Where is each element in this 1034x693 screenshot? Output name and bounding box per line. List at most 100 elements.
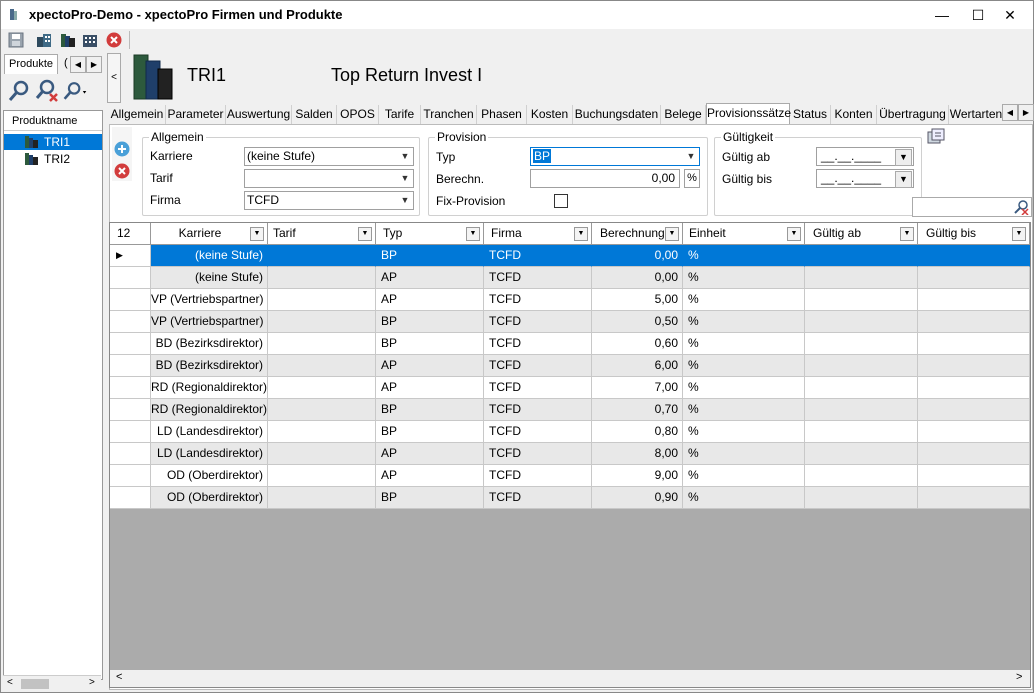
cell-typ[interactable]: BP (376, 487, 484, 509)
cell-tarif[interactable] (268, 443, 376, 465)
cell-typ[interactable]: BP (376, 245, 484, 267)
unit-button[interactable]: % (684, 169, 700, 188)
scroll-right-arrow[interactable]: > (1016, 671, 1022, 683)
cell-tarif[interactable] (268, 333, 376, 355)
tab-parameter[interactable]: Parameter (166, 105, 226, 124)
cell-tarif[interactable] (268, 487, 376, 509)
column-header-gueltig-bis[interactable]: Gültig bis ▼ (918, 223, 1030, 245)
tab-phasen[interactable]: Phasen (477, 105, 527, 124)
cell-gueltig-ab[interactable] (805, 487, 918, 509)
cell-einheit[interactable]: % (683, 465, 805, 487)
cell-firma[interactable]: TCFD (484, 443, 592, 465)
clear-search-icon[interactable] (1013, 199, 1029, 215)
tab-buchungsdaten[interactable]: Buchungsdaten (573, 105, 661, 124)
cell-firma[interactable]: TCFD (484, 245, 592, 267)
cell-gueltig-bis[interactable] (918, 399, 1030, 421)
row-header[interactable] (110, 333, 151, 355)
tree-item-tri2[interactable]: TRI2 (4, 151, 102, 167)
clear-search-icon[interactable] (34, 77, 60, 105)
building-icon[interactable] (81, 31, 99, 49)
row-header[interactable]: ▶ (110, 245, 151, 267)
cell-karriere[interactable]: VP (Vertriebspartner) (151, 311, 268, 333)
tree-item-tri1[interactable]: TRI1 (4, 134, 102, 150)
cell-berechnung[interactable]: 0,00 (592, 245, 683, 267)
table-row[interactable]: LD (Landesdirektor) BP TCFD 0,80% (110, 421, 1030, 443)
cell-typ[interactable]: BP (376, 399, 484, 421)
tabs-scroll-left-button[interactable]: ◀ (1002, 104, 1018, 121)
cell-firma[interactable]: TCFD (484, 421, 592, 443)
cell-berechnung[interactable]: 0,60 (592, 333, 683, 355)
add-icon[interactable] (113, 140, 131, 158)
cell-firma[interactable]: TCFD (484, 377, 592, 399)
cell-firma[interactable]: TCFD (484, 399, 592, 421)
cell-berechnung[interactable]: 6,00 (592, 355, 683, 377)
cell-berechnung[interactable]: 5,00 (592, 289, 683, 311)
cell-typ[interactable]: AP (376, 289, 484, 311)
cell-karriere[interactable]: LD (Landesdirektor) (151, 443, 268, 465)
cell-tarif[interactable] (268, 311, 376, 333)
cell-firma[interactable]: TCFD (484, 355, 592, 377)
cell-karriere[interactable]: OD (Oberdirektor) (151, 465, 268, 487)
left-horizontal-scrollbar[interactable]: < > (3, 675, 101, 692)
tarif-select[interactable]: ▼ (244, 169, 414, 188)
cell-einheit[interactable]: % (683, 245, 805, 267)
cell-gueltig-ab[interactable] (805, 333, 918, 355)
filter-dropdown-icon[interactable]: ▼ (574, 227, 588, 241)
cell-karriere[interactable]: BD (Bezirksdirektor) (151, 355, 268, 377)
table-row[interactable]: OD (Oberdirektor) AP TCFD 9,00% (110, 465, 1030, 487)
cell-firma[interactable]: TCFD (484, 289, 592, 311)
cell-firma[interactable]: TCFD (484, 267, 592, 289)
table-row[interactable]: VP (Vertriebspartner) AP TCFD 5,00% (110, 289, 1030, 311)
search-options-icon[interactable] (62, 77, 88, 105)
cell-gueltig-bis[interactable] (918, 487, 1030, 509)
filter-dropdown-icon[interactable]: ▼ (665, 227, 679, 241)
cell-einheit[interactable]: % (683, 267, 805, 289)
cell-einheit[interactable]: % (683, 399, 805, 421)
cell-berechnung[interactable]: 0,80 (592, 421, 683, 443)
row-header[interactable] (110, 267, 151, 289)
cell-typ[interactable]: BP (376, 333, 484, 355)
tab-opos[interactable]: OPOS (337, 105, 379, 124)
row-header[interactable] (110, 377, 151, 399)
cell-gueltig-ab[interactable] (805, 421, 918, 443)
search-icon[interactable] (6, 77, 32, 105)
scroll-left-arrow[interactable]: < (116, 671, 122, 683)
column-header-typ[interactable]: Typ ▼ (376, 223, 484, 245)
tab-tarife[interactable]: Tarife (379, 105, 421, 124)
column-header-tarif[interactable]: Tarif ▼ (268, 223, 376, 245)
column-header-karriere[interactable]: Karriere ▼ (151, 223, 268, 245)
cell-tarif[interactable] (268, 399, 376, 421)
table-row[interactable]: LD (Landesdirektor) AP TCFD 8,00% (110, 443, 1030, 465)
karriere-select[interactable]: (keine Stufe) ▼ (244, 147, 414, 166)
cell-einheit[interactable]: % (683, 311, 805, 333)
cell-einheit[interactable]: % (683, 333, 805, 355)
cell-einheit[interactable]: % (683, 289, 805, 311)
tab-produkte[interactable]: Produkte (4, 54, 59, 74)
grid-search-input[interactable] (912, 197, 1032, 217)
row-header[interactable] (110, 289, 151, 311)
cell-gueltig-bis[interactable] (918, 355, 1030, 377)
table-row[interactable]: VP (Vertriebspartner) BP TCFD 0,50% (110, 311, 1030, 333)
tab-kosten[interactable]: Kosten (527, 105, 573, 124)
cell-berechnung[interactable]: 7,00 (592, 377, 683, 399)
tab-allgemein[interactable]: Allgemein (109, 105, 166, 124)
tabs-scroll-right-button[interactable]: ▶ (1018, 104, 1034, 121)
cell-berechnung[interactable]: 0,50 (592, 311, 683, 333)
row-header[interactable] (110, 399, 151, 421)
cell-karriere[interactable]: LD (Landesdirektor) (151, 421, 268, 443)
cell-karriere[interactable]: RD (Regionaldirektor) (151, 377, 268, 399)
tab-konten[interactable]: Konten (831, 105, 877, 124)
close-button[interactable]: ✕ (987, 1, 1033, 29)
filter-dropdown-icon[interactable]: ▼ (466, 227, 480, 241)
cell-typ[interactable]: BP (376, 311, 484, 333)
row-header[interactable] (110, 421, 151, 443)
table-row[interactable]: RD (Regionaldirektor) AP TCFD 7,00% (110, 377, 1030, 399)
tab-scroll-left-button[interactable]: ◀ (70, 56, 86, 73)
cell-gueltig-bis[interactable] (918, 443, 1030, 465)
row-header[interactable] (110, 311, 151, 333)
company-icon[interactable] (35, 31, 53, 49)
cell-karriere[interactable]: OD (Oberdirektor) (151, 487, 268, 509)
cell-gueltig-bis[interactable] (918, 267, 1030, 289)
cell-gueltig-ab[interactable] (805, 355, 918, 377)
cell-tarif[interactable] (268, 377, 376, 399)
